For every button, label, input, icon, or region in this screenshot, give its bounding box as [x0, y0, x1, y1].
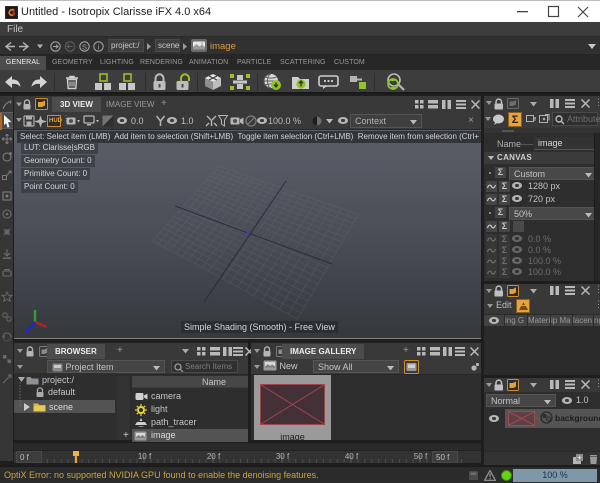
svg-text:S: S	[82, 42, 87, 51]
svg-text:i: i	[98, 42, 100, 51]
